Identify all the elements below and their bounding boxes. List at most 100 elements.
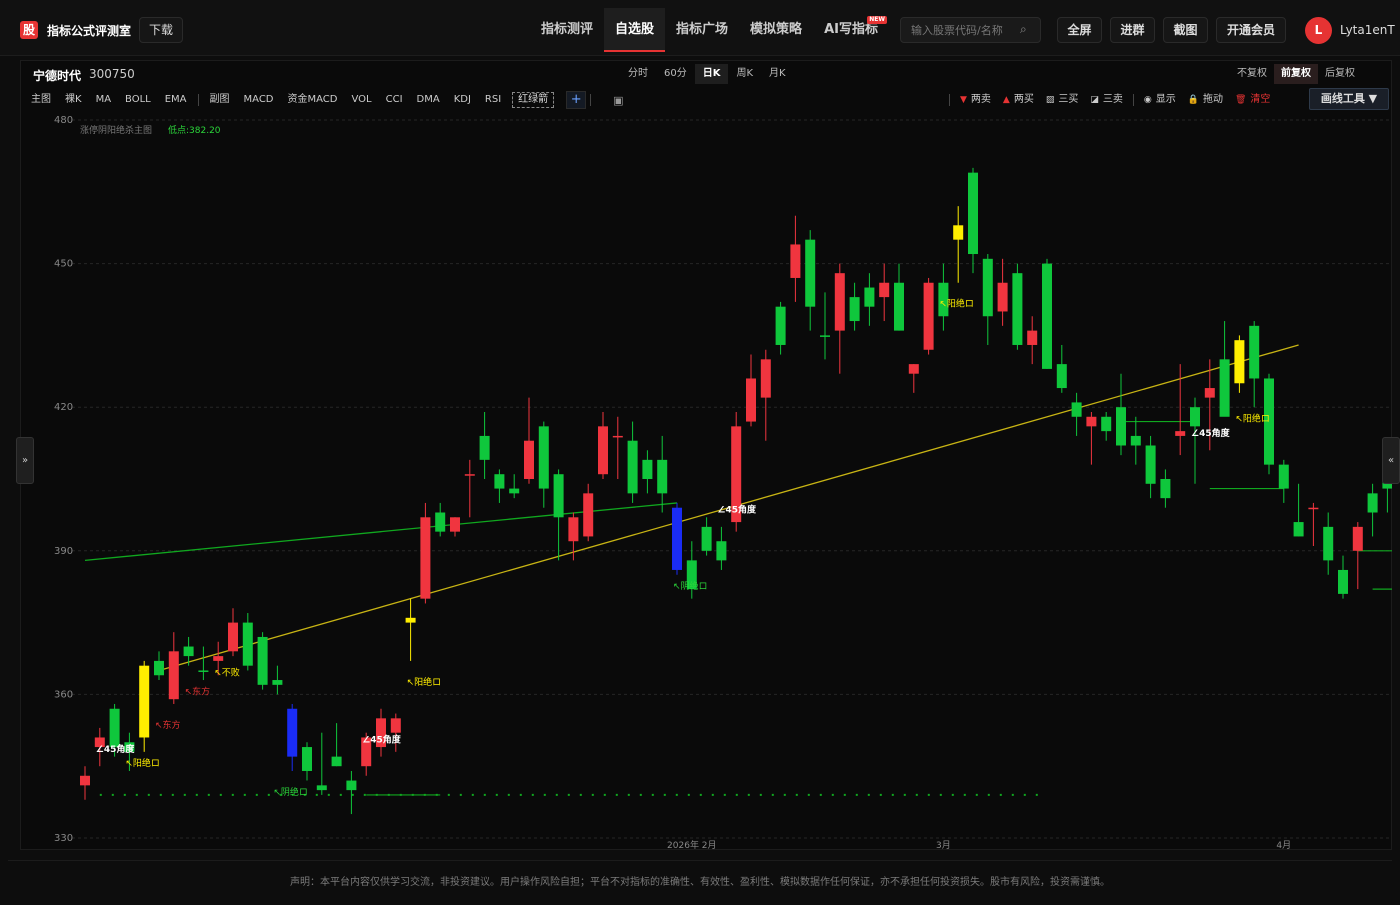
candle-body (154, 660, 164, 676)
username[interactable]: Lyta1enT (1340, 23, 1395, 37)
candle-body (1042, 263, 1052, 369)
y-tick-label: 330 (54, 833, 73, 844)
adjust-tabs: 不复权 前复权 后复权 (1230, 64, 1362, 84)
sub-indicator-tab[interactable]: RSI (478, 90, 508, 110)
draw-tool-icon: 🗑 (1234, 95, 1247, 105)
sub-indicator-tab[interactable]: KDJ (447, 90, 478, 110)
candle-body (568, 517, 579, 542)
draw-tool-5[interactable]: 🔒 拖动 (1182, 90, 1229, 110)
sub-indicator-tab[interactable]: MACD (237, 90, 281, 110)
draw-tool-icon: ▨ (1045, 95, 1055, 105)
indicator-red-green-arrow[interactable]: 红绿箭 (512, 92, 555, 108)
candle-body (864, 287, 875, 307)
main-indicator-tab[interactable]: BOLL (118, 90, 158, 110)
candle-body (450, 517, 460, 532)
period-tab[interactable]: 60分 (656, 64, 695, 84)
draw-tool-dropdown[interactable]: 画线工具 ▼ (1309, 88, 1389, 110)
candle-body (1160, 479, 1171, 499)
candle-body (612, 435, 623, 438)
candle-body (139, 665, 150, 738)
main-indicator-tab[interactable]: EMA (158, 90, 194, 110)
candle-body (834, 273, 845, 331)
period-tab[interactable]: 日K (694, 64, 729, 84)
x-tick-label: 3月 (936, 840, 951, 849)
candle-body (524, 440, 534, 479)
candle-body (849, 297, 860, 322)
candle-body (1338, 569, 1348, 594)
download-button[interactable]: 下载 (139, 17, 183, 43)
candle-body (775, 306, 786, 345)
add-indicator-button[interactable]: + (566, 91, 587, 109)
draw-tools-bar: ▼ 两卖 ▲ 两买 ▨ 三买 ◪ 三卖 ◉ 显示 🔒 拖动 🗑 清空 (945, 89, 1276, 111)
draw-tool-1[interactable]: ▲ 两买 (997, 90, 1040, 110)
sub-indicator-tab[interactable]: 副图 (203, 90, 237, 110)
adjust-tab[interactable]: 不复权 (1230, 64, 1274, 84)
avatar[interactable]: L (1305, 17, 1332, 44)
x-tick-label: 2026年 2月 (667, 839, 717, 849)
expand-right-button[interactable]: « (1382, 437, 1400, 484)
sub-indicator-tab[interactable]: VOL (345, 90, 379, 110)
sub-indicator-tab[interactable]: DMA (410, 90, 447, 110)
candle-body (820, 335, 830, 337)
candle-body (538, 426, 549, 489)
nav-item-3[interactable]: 模拟策略 (739, 8, 813, 52)
nav-item-4[interactable]: AI写指标 NEW (813, 8, 889, 52)
main-indicator-tab[interactable]: 主图 (24, 90, 58, 110)
candle-body (1293, 522, 1304, 537)
sub-indicator-tab[interactable]: 资金MACD (281, 90, 345, 110)
new-badge: NEW (867, 16, 887, 24)
fullscreen-button[interactable]: 全屏 (1057, 17, 1102, 43)
draw-tool-3[interactable]: ◪ 三卖 (1084, 90, 1129, 110)
candle-body (435, 512, 446, 532)
screenshot-button[interactable]: 截图 (1163, 17, 1208, 43)
candle-body (346, 780, 357, 791)
adjust-tab[interactable]: 后复权 (1318, 64, 1362, 84)
signal-label: ↖阴绝ロ (273, 786, 308, 798)
draw-tool-4[interactable]: ◉ 显示 (1138, 90, 1182, 110)
sub-indicator-tab[interactable]: CCI (379, 90, 410, 110)
period-tab[interactable]: 月K (761, 64, 794, 84)
x-tick-label: 4月 (1276, 840, 1291, 849)
candle-body (287, 708, 298, 757)
main-indicator-tab[interactable]: 裸K (58, 90, 89, 110)
period-tabs: 分时 60分 日K 周K 月K (620, 64, 794, 84)
search-icon[interactable]: ⌕ (1020, 22, 1027, 37)
period-tab[interactable]: 周K (728, 64, 761, 84)
candle-body (1278, 464, 1289, 489)
signal-label: ↖阴绝ロ (673, 580, 708, 592)
candle-body (272, 680, 283, 685)
candle-body (405, 617, 416, 623)
candle-body (953, 225, 964, 240)
period-tab[interactable]: 分时 (620, 64, 656, 84)
candle-body (982, 258, 993, 317)
divider (949, 94, 950, 106)
candle-body (316, 785, 327, 791)
nav-item-2[interactable]: 指标广场 (665, 8, 739, 52)
save-icon[interactable]: ▣ (613, 94, 623, 107)
candle-body (420, 517, 431, 599)
draw-tool-icon: ◪ (1090, 95, 1099, 105)
candle-body (1086, 416, 1097, 427)
draw-tool-0[interactable]: ▼ 两卖 (954, 90, 997, 110)
signal-label: ↖不败 (214, 667, 240, 678)
nav-item-0[interactable]: 指标测评 (530, 8, 604, 52)
candle-body (1012, 273, 1023, 345)
signal-label: ∠45角度 (717, 504, 757, 516)
adjust-tab[interactable]: 前复权 (1274, 64, 1318, 84)
candle-body (1071, 402, 1082, 417)
candlestick-chart[interactable]: 330 360 390 420 450 480 2026年 2月 3月 4月 ∠45角度 ↖阳绝ロ ↖… (20, 112, 1392, 849)
nav-item-1[interactable]: 自选股 (604, 8, 666, 52)
vip-button[interactable]: 开通会员 (1216, 17, 1286, 43)
draw-tool-2[interactable]: ▨ 三买 (1040, 90, 1085, 110)
expand-left-button[interactable]: » (16, 437, 34, 484)
join-group-button[interactable]: 进群 (1110, 17, 1155, 43)
draw-tool-icon: ▼ (960, 95, 967, 105)
y-tick-label: 450 (54, 259, 73, 270)
candle-body (701, 526, 712, 551)
candle-body (198, 670, 209, 672)
main-indicator-tab[interactable]: MA (89, 90, 118, 110)
draw-tool-6[interactable]: 🗑 清空 (1229, 90, 1276, 110)
candle-body (168, 651, 179, 700)
candle-body (242, 622, 253, 666)
nav-item-label: 指标广场 (676, 22, 729, 37)
